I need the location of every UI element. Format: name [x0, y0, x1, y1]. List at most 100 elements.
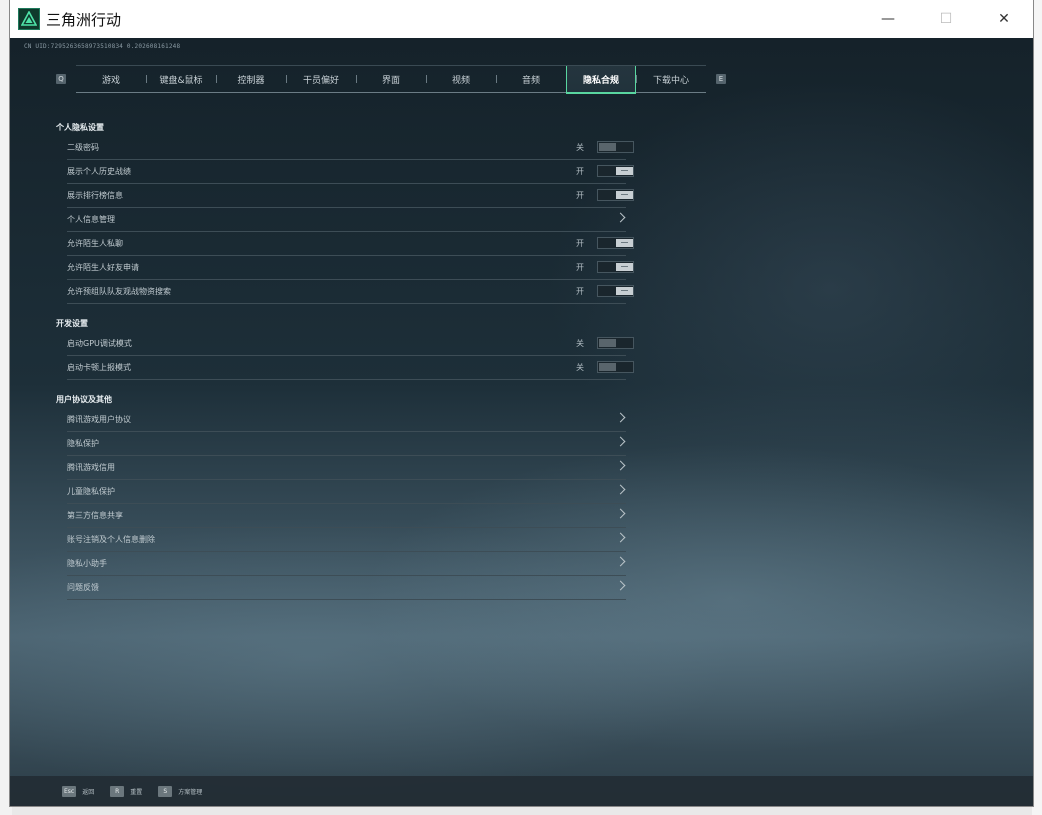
- tab-1[interactable]: 键盘&鼠标: [146, 66, 216, 92]
- maximize-button[interactable]: ☐: [917, 0, 975, 38]
- minimize-button[interactable]: —: [859, 0, 917, 38]
- tab-0[interactable]: 游戏: [76, 66, 146, 92]
- key-cap: Esc: [62, 785, 77, 797]
- tab-8[interactable]: 下载中心: [636, 66, 706, 92]
- toggle-switch[interactable]: [597, 165, 634, 177]
- setting-label: 允许陌生人好友申请: [67, 263, 139, 272]
- setting-label: 隐私保护: [67, 439, 99, 448]
- chevron-right-icon: [615, 412, 626, 423]
- chevron-right-icon: [615, 436, 626, 447]
- toggle-state-label: 关: [576, 363, 584, 372]
- toggle-knob: [599, 339, 616, 347]
- setting-label: 启动GPU调试模式: [67, 339, 132, 348]
- key-hint-1[interactable]: R 重置: [110, 785, 143, 797]
- toggle-state-label: 关: [576, 339, 584, 348]
- setting-label: 展示个人历史战绩: [67, 167, 131, 176]
- setting-toggle-row[interactable]: 允许陌生人好友申请 开: [67, 256, 634, 280]
- setting-label: 账号注销及个人信息删除: [67, 535, 155, 544]
- setting-label: 儿童隐私保护: [67, 487, 115, 496]
- setting-toggle-row[interactable]: 允许陌生人私聊 开: [67, 232, 634, 256]
- key-hint-label: 重置: [130, 788, 143, 796]
- toggle-knob: [616, 263, 633, 271]
- setting-label: 展示排行榜信息: [67, 191, 123, 200]
- setting-toggle-row[interactable]: 允许预组队队友观战物资搜索 开: [67, 280, 634, 304]
- toggle-knob: [599, 143, 616, 151]
- setting-link-row[interactable]: 腾讯游戏用户协议: [67, 408, 626, 432]
- toggle-switch[interactable]: [597, 261, 634, 273]
- privacy-settings-panel: 个人隐私设置 二级密码关展示个人历史战绩开展示排行榜信息开个人信息管理 允许陌生人私…: [56, 122, 634, 600]
- settings-tabbar: Q 游戏 键盘&鼠标 控制器 干员偏好 界面 视频 音频 隐私合规 下载中心 E: [56, 65, 726, 94]
- tab-4[interactable]: 界面: [356, 66, 426, 92]
- toggle-switch[interactable]: [597, 361, 634, 373]
- setting-link-row[interactable]: 个人信息管理: [67, 208, 626, 232]
- toggle-switch[interactable]: [597, 337, 634, 349]
- toggle-state-label: 开: [576, 167, 584, 176]
- background-window-edge-right: [1032, 0, 1042, 815]
- toggle-state-label: 关: [576, 143, 584, 152]
- section-title: 个人隐私设置: [56, 123, 104, 132]
- toggle-switch[interactable]: [597, 237, 634, 249]
- setting-link-row[interactable]: 隐私保护: [67, 432, 626, 456]
- key-hint-0[interactable]: Esc 返回: [62, 785, 95, 797]
- tab-7[interactable]: 隐私合规: [566, 66, 636, 94]
- setting-label: 二级密码: [67, 143, 99, 152]
- setting-label: 启动卡顿上报模式: [67, 363, 131, 372]
- toggle-state-label: 开: [576, 287, 584, 296]
- toggle-knob: [616, 167, 633, 175]
- key-cap: S: [158, 785, 173, 797]
- toggle-knob: [616, 239, 633, 247]
- key-cap: R: [110, 785, 125, 797]
- title-bar: 三角洲行动 — ☐ ✕: [10, 0, 1033, 38]
- prev-tab-key-hint[interactable]: Q: [56, 74, 66, 84]
- toggle-knob: [599, 363, 616, 371]
- setting-label: 允许陌生人私聊: [67, 239, 123, 248]
- key-hint-2[interactable]: S 方案管理: [158, 785, 203, 797]
- setting-link-row[interactable]: 第三方信息共享: [67, 504, 626, 528]
- toggle-switch[interactable]: [597, 189, 634, 201]
- close-button[interactable]: ✕: [975, 0, 1033, 38]
- setting-label: 隐私小助手: [67, 559, 107, 568]
- setting-label: 腾讯游戏用户协议: [67, 415, 131, 424]
- setting-toggle-row[interactable]: 二级密码 关: [67, 136, 634, 160]
- window-controls: — ☐ ✕: [859, 0, 1033, 38]
- setting-link-row[interactable]: 儿童隐私保护: [67, 480, 626, 504]
- setting-toggle-row[interactable]: 展示个人历史战绩 开: [67, 160, 634, 184]
- app-window: 三角洲行动 — ☐ ✕ CN UID:7295263658973510834 0…: [10, 0, 1033, 806]
- tab-6[interactable]: 音频: [496, 66, 566, 92]
- setting-toggle-row[interactable]: 展示排行榜信息 开: [67, 184, 634, 208]
- setting-toggle-row[interactable]: 启动卡顿上报模式 关: [67, 356, 634, 380]
- tab-3[interactable]: 干员偏好: [286, 66, 356, 92]
- setting-link-row[interactable]: 账号注销及个人信息删除: [67, 528, 626, 552]
- window-title: 三角洲行动: [46, 10, 122, 29]
- toggle-switch[interactable]: [597, 141, 634, 153]
- chevron-right-icon: [615, 532, 626, 543]
- setting-label: 允许预组队队友观战物资搜索: [67, 287, 171, 296]
- chevron-right-icon: [615, 212, 626, 223]
- setting-link-row[interactable]: 隐私小助手: [67, 552, 626, 576]
- toggle-switch[interactable]: [597, 285, 634, 297]
- settings-tabs: 游戏 键盘&鼠标 控制器 干员偏好 界面 视频 音频 隐私合规 下载中心: [76, 65, 706, 94]
- chevron-right-icon: [615, 460, 626, 471]
- setting-label: 第三方信息共享: [67, 511, 123, 520]
- setting-label: 腾讯游戏信用: [67, 463, 115, 472]
- toggle-state-label: 开: [576, 263, 584, 272]
- setting-label: 问题反馈: [67, 583, 99, 592]
- setting-toggle-row[interactable]: 启动GPU调试模式 关: [67, 332, 634, 356]
- key-hint-label: 返回: [82, 788, 95, 796]
- key-hint-label: 方案管理: [178, 788, 203, 796]
- setting-link-row[interactable]: 腾讯游戏信用: [67, 456, 626, 480]
- tab-5[interactable]: 视频: [426, 66, 496, 92]
- chevron-right-icon: [615, 556, 626, 567]
- setting-link-row[interactable]: 问题反馈: [67, 576, 626, 600]
- chevron-right-icon: [615, 508, 626, 519]
- tab-2[interactable]: 控制器: [216, 66, 286, 92]
- toggle-knob: [616, 287, 633, 295]
- toggle-knob: [616, 191, 633, 199]
- setting-label: 个人信息管理: [67, 215, 115, 224]
- bottom-hint-bar: Esc 返回 R 重置 S 方案管理: [10, 776, 1033, 806]
- next-tab-key-hint[interactable]: E: [716, 74, 726, 84]
- section-title: 用户协议及其他: [56, 395, 112, 404]
- chevron-right-icon: [615, 484, 626, 495]
